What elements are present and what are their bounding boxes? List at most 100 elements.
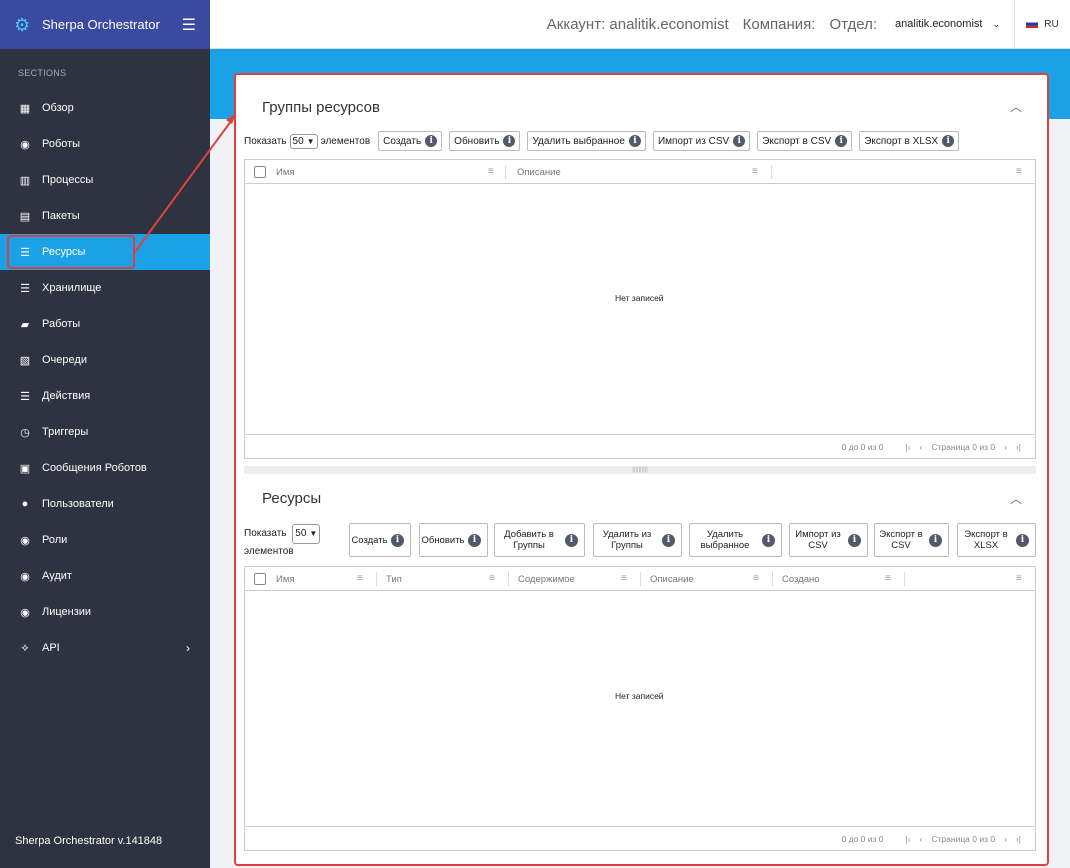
first-page-icon[interactable]: |‹ (906, 442, 911, 452)
column-menu-icon[interactable]: ≡ (489, 573, 495, 584)
sidebar-item-6[interactable]: ▰ Работы (0, 306, 210, 342)
brand-bar: ⚙ Sherpa Orchestrator ☰ (0, 0, 210, 49)
sidebar-item-14[interactable]: ◉ Лицензии (0, 594, 210, 630)
info-icon: i (1016, 533, 1029, 547)
section-splitter[interactable]: |||||||||| (244, 466, 1036, 474)
button-label: Импорт из CSV (795, 529, 841, 551)
resources-button-5[interactable]: Импорт из CSV i (789, 523, 868, 557)
user-dropdown[interactable]: analitik.economist ⌄ (895, 18, 1000, 30)
sidebar-item-label: Работы (42, 318, 81, 330)
resources-collapse-chevron-icon[interactable]: ︿ (1010, 490, 1022, 507)
next-page-icon[interactable]: › (1004, 834, 1007, 844)
sidebar-item-3[interactable]: ▤ Пакеты (0, 198, 210, 234)
next-page-icon[interactable]: › (1004, 442, 1007, 452)
language-selector[interactable]: RU (1014, 0, 1070, 49)
role-icon: ◉ (20, 534, 30, 547)
sidebar-item-10[interactable]: ▣ Сообщения Роботов (0, 450, 210, 486)
last-page-icon[interactable]: ›| (1016, 442, 1021, 452)
resources-button-6[interactable]: Экспорт в CSV i (874, 523, 949, 557)
highlight-box-resources (7, 235, 135, 269)
briefcase-icon: ▰ (20, 318, 30, 331)
groups-pagination: 0 до 0 из 0 |‹ ‹ Страница 0 из 0 › ›| (245, 434, 1035, 458)
resources-button-3[interactable]: Удалить из Группы i (593, 523, 682, 557)
groups-button-3[interactable]: Импорт из CSV i (652, 131, 751, 151)
column-menu-icon[interactable]: ≡ (752, 166, 758, 177)
resources-button-4[interactable]: Удалить выбранное i (689, 523, 782, 557)
groups-title: Группы ресурсов (262, 99, 380, 116)
sidebar-item-12[interactable]: ◉ Роли (0, 522, 210, 558)
last-page-icon[interactable]: ›| (1016, 834, 1021, 844)
groups-button-1[interactable]: Обновить i (449, 131, 521, 151)
column-menu-icon[interactable]: ≡ (753, 573, 759, 584)
column-menu-icon[interactable]: ≡ (1016, 573, 1022, 584)
sidebar-item-label: Хранилище (42, 282, 102, 294)
column-header-type[interactable]: Тип (386, 567, 402, 591)
topbar: Аккаунт: analitik.economist Компания: От… (210, 0, 1070, 49)
resources-empty-message: Нет записей (615, 691, 664, 701)
info-icon: i (762, 533, 775, 547)
column-header-content[interactable]: Содержимое (518, 567, 575, 591)
resources-button-2[interactable]: Добавить в Группы i (494, 523, 585, 557)
button-label: Импорт из CSV (657, 135, 730, 147)
column-header-name[interactable]: Имя (276, 160, 295, 184)
sidebar-item-11[interactable]: ● Пользователи (0, 486, 210, 522)
sidebar-item-9[interactable]: ◷ Триггеры (0, 414, 210, 450)
app-title: Sherpa Orchestrator (42, 17, 160, 32)
info-icon: i (662, 533, 675, 547)
process-icon: ▥ (19, 174, 31, 187)
items-label: элементов (244, 546, 294, 557)
sidebar-item-0[interactable]: ▦ Обзор (0, 90, 210, 126)
first-page-icon[interactable]: |‹ (906, 834, 911, 844)
groups-toolbar: Показать 50 ▼ элементов Создать i Обновить i… (244, 131, 966, 151)
sidebar-item-7[interactable]: ▧ Очереди (0, 342, 210, 378)
sidebar-item-15[interactable]: ⟡ API › (0, 630, 210, 666)
info-icon: i (391, 533, 404, 547)
button-label: Обновить (454, 135, 500, 147)
info-icon: i (503, 135, 516, 147)
select-all-checkbox[interactable] (254, 160, 266, 184)
resources-button-0[interactable]: Создать i (349, 523, 411, 557)
language-code: RU (1044, 18, 1059, 30)
column-menu-icon[interactable]: ≡ (488, 166, 494, 177)
info-icon: i (628, 135, 641, 147)
info-icon: i (835, 135, 848, 147)
sidebar: ⚙ Sherpa Orchestrator ☰ SECTIONS ▦ Обзор ◉… (0, 0, 210, 868)
column-menu-icon[interactable]: ≡ (621, 573, 627, 584)
groups-button-4[interactable]: Экспорт в CSV i (757, 131, 853, 151)
groups-button-0[interactable]: Создать i (378, 131, 443, 151)
groups-button-2[interactable]: Удалить выбранное i (527, 131, 646, 151)
sidebar-item-1[interactable]: ◉ Роботы (0, 126, 210, 162)
prev-page-icon[interactable]: ‹ (920, 442, 923, 452)
column-header-description[interactable]: Описание (650, 567, 694, 591)
sidebar-item-label: Обзор (42, 102, 74, 114)
sidebar-item-13[interactable]: ◉ Аудит (0, 558, 210, 594)
column-header-name[interactable]: Имя (276, 567, 295, 591)
audit-icon: ◉ (20, 570, 30, 583)
gear-logo-icon: ⚙ (14, 14, 31, 35)
pagination-range: 0 до 0 из 0 (841, 441, 884, 452)
sidebar-nav: ▦ Обзор ◉ Роботы ▥ Процессы ▤ Пакеты ☰ Ресурсы ☰ Хр… (0, 90, 210, 666)
groups-button-5[interactable]: Экспорт в XLSX i (859, 131, 960, 151)
column-menu-icon[interactable]: ≡ (1016, 166, 1022, 177)
info-icon: i (425, 135, 438, 147)
column-menu-icon[interactable]: ≡ (885, 573, 891, 584)
button-label: Создать (383, 135, 422, 147)
select-all-checkbox[interactable] (254, 567, 266, 591)
user-name: analitik.economist (895, 18, 983, 30)
groups-collapse-chevron-icon[interactable]: ︿ (1010, 98, 1022, 115)
column-header-created[interactable]: Создано (782, 567, 820, 591)
resources-button-7[interactable]: Экспорт в XLSX i (957, 523, 1036, 557)
column-header-description[interactable]: Описание (517, 160, 561, 184)
resources-button-1[interactable]: Обновить i (419, 523, 488, 557)
page-size-select[interactable]: 50 ▼ (289, 133, 318, 149)
hamburger-menu-icon[interactable]: ☰ (182, 15, 196, 35)
button-label: Создать (351, 534, 388, 546)
sidebar-item-8[interactable]: ☰ Действия (0, 378, 210, 414)
info-icon: i (848, 533, 861, 547)
prev-page-icon[interactable]: ‹ (920, 834, 923, 844)
column-menu-icon[interactable]: ≡ (357, 573, 363, 584)
sidebar-item-5[interactable]: ☰ Хранилище (0, 270, 210, 306)
sidebar-item-2[interactable]: ▥ Процессы (0, 162, 210, 198)
page-size-select[interactable]: 50 ▼ (292, 524, 321, 544)
robot-icon: ◉ (20, 138, 30, 151)
